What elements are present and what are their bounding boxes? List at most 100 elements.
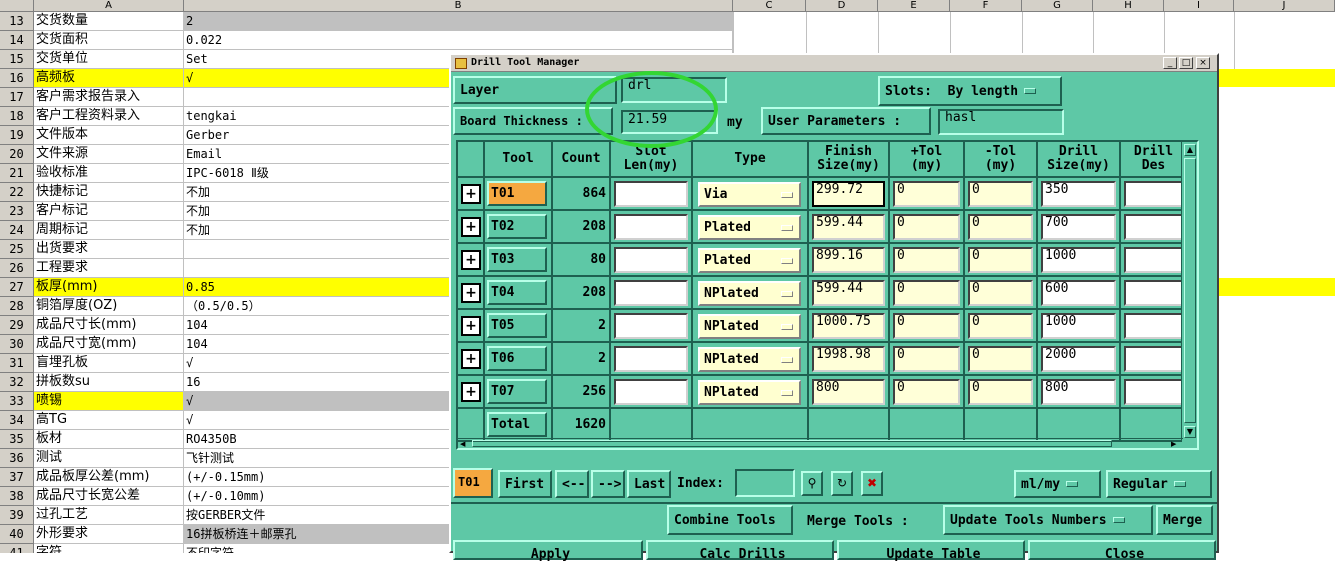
- row-header[interactable]: 21: [0, 164, 34, 183]
- plus-tol-input[interactable]: 0: [893, 313, 960, 339]
- prev-button[interactable]: <--: [555, 470, 589, 498]
- row-header[interactable]: 39: [0, 506, 34, 525]
- cell-a[interactable]: 拼板数su: [34, 373, 184, 392]
- cell-a[interactable]: 过孔工艺: [34, 506, 184, 525]
- minus-tol-input[interactable]: 0: [968, 346, 1033, 372]
- cell-a[interactable]: 出货要求: [34, 240, 184, 259]
- row-header[interactable]: 22: [0, 183, 34, 202]
- cell-a[interactable]: 交货面积: [34, 31, 184, 50]
- cell-a[interactable]: 高频板: [34, 69, 184, 88]
- drill-size-input[interactable]: 1000: [1041, 313, 1116, 339]
- cell-a[interactable]: 成品板厚公差(mm): [34, 468, 184, 487]
- expand-icon[interactable]: +: [461, 316, 481, 336]
- row-header[interactable]: 24: [0, 221, 34, 240]
- row-header[interactable]: 23: [0, 202, 34, 221]
- next-button[interactable]: -->: [591, 470, 625, 498]
- type-selector[interactable]: Via: [698, 182, 801, 207]
- cell-a[interactable]: 客户标记: [34, 202, 184, 221]
- scroll-left-icon[interactable]: ◀: [460, 440, 470, 448]
- row-header[interactable]: 26: [0, 259, 34, 278]
- update-table-button[interactable]: Update Table: [837, 540, 1025, 562]
- cell-a[interactable]: 成品尺寸宽(mm): [34, 335, 184, 354]
- finish-size-input[interactable]: 599.44: [812, 214, 885, 240]
- plus-tol-input[interactable]: 0: [893, 379, 960, 405]
- calc-drills-button[interactable]: Calc Drills: [646, 540, 834, 562]
- minus-tol-input[interactable]: 0: [968, 280, 1033, 306]
- row-header[interactable]: 33: [0, 392, 34, 411]
- slot-len-input[interactable]: [614, 313, 688, 339]
- cell-a[interactable]: 客户工程资料录入: [34, 107, 184, 126]
- row-header[interactable]: 41: [0, 544, 34, 553]
- minus-tol-input[interactable]: 0: [968, 247, 1033, 273]
- close-window-button[interactable]: ×: [1196, 57, 1210, 69]
- cell-a[interactable]: 文件版本: [34, 126, 184, 145]
- column-header[interactable]: B: [184, 0, 733, 12]
- row-header[interactable]: 28: [0, 297, 34, 316]
- drill-des-input[interactable]: [1124, 280, 1183, 306]
- column-header[interactable]: A: [34, 0, 184, 12]
- slots-selector[interactable]: Slots: By length: [878, 76, 1062, 106]
- row-header[interactable]: 15: [0, 50, 34, 69]
- drill-des-input[interactable]: [1124, 346, 1183, 372]
- tool-button[interactable]: T07: [487, 379, 547, 404]
- row-header[interactable]: 14: [0, 31, 34, 50]
- finish-size-input[interactable]: 299.72: [812, 181, 885, 207]
- finish-size-input[interactable]: 1998.98: [812, 346, 885, 372]
- tool-button[interactable]: T06: [487, 346, 547, 371]
- drill-size-input[interactable]: 600: [1041, 280, 1116, 306]
- expand-icon[interactable]: +: [461, 283, 481, 303]
- cell-b[interactable]: 0.022: [184, 31, 733, 50]
- combine-tools-button[interactable]: Combine Tools: [667, 505, 793, 535]
- minimize-button[interactable]: _: [1163, 57, 1177, 69]
- row-header[interactable]: 16: [0, 69, 34, 88]
- vertical-scrollbar[interactable]: ▲ ▼: [1181, 142, 1197, 442]
- type-selector[interactable]: Plated: [698, 248, 801, 273]
- tool-button[interactable]: T02: [487, 214, 547, 239]
- cell-a[interactable]: 工程要求: [34, 259, 184, 278]
- row-header[interactable]: 31: [0, 354, 34, 373]
- cell-a[interactable]: 交货单位: [34, 50, 184, 69]
- column-header[interactable]: F: [950, 0, 1022, 12]
- merge-option-selector[interactable]: Update Tools Numbers: [943, 505, 1153, 535]
- scroll-thumb[interactable]: [1184, 158, 1196, 423]
- cell-a[interactable]: 成品尺寸长(mm): [34, 316, 184, 335]
- index-input[interactable]: [735, 469, 795, 497]
- column-header[interactable]: I: [1164, 0, 1234, 12]
- cell-a[interactable]: 成品尺寸长宽公差: [34, 487, 184, 506]
- cell-a[interactable]: 周期标记: [34, 221, 184, 240]
- expand-icon[interactable]: +: [461, 382, 481, 402]
- type-selector[interactable]: NPlated: [698, 281, 801, 306]
- row-header[interactable]: 29: [0, 316, 34, 335]
- cell-a[interactable]: 高TG: [34, 411, 184, 430]
- user-parameters-field[interactable]: hasl: [938, 109, 1064, 135]
- minus-tol-input[interactable]: 0: [968, 379, 1033, 405]
- delete-icon[interactable]: ✖: [861, 471, 883, 496]
- cell-a[interactable]: 外形要求: [34, 525, 184, 544]
- column-header[interactable]: J: [1234, 0, 1335, 12]
- tool-button[interactable]: T04: [487, 280, 547, 305]
- search-icon[interactable]: ⚲: [801, 471, 823, 496]
- slot-len-input[interactable]: [614, 346, 688, 372]
- expand-icon[interactable]: +: [461, 184, 481, 204]
- drill-size-input[interactable]: 350: [1041, 181, 1116, 207]
- h-scroll-thumb[interactable]: [472, 440, 1112, 447]
- row-header[interactable]: 17: [0, 88, 34, 107]
- cell-a[interactable]: 验收标准: [34, 164, 184, 183]
- slot-len-input[interactable]: [614, 181, 688, 207]
- type-selector[interactable]: NPlated: [698, 314, 801, 339]
- minus-tol-input[interactable]: 0: [968, 313, 1033, 339]
- finish-size-input[interactable]: 899.16: [812, 247, 885, 273]
- row-header[interactable]: 36: [0, 449, 34, 468]
- expand-icon[interactable]: +: [461, 250, 481, 270]
- cell-a[interactable]: 盲埋孔板: [34, 354, 184, 373]
- drill-des-input[interactable]: [1124, 247, 1183, 273]
- type-selector[interactable]: Plated: [698, 215, 801, 240]
- tool-button[interactable]: T03: [487, 247, 547, 272]
- cell-a[interactable]: 铜箔厚度(OZ): [34, 297, 184, 316]
- scroll-up-icon[interactable]: ▲: [1184, 144, 1196, 156]
- row-header[interactable]: 38: [0, 487, 34, 506]
- cell-a[interactable]: 交货数量: [34, 12, 184, 31]
- drill-size-input[interactable]: 2000: [1041, 346, 1116, 372]
- scroll-down-icon[interactable]: ▼: [1184, 426, 1196, 438]
- column-header[interactable]: D: [806, 0, 878, 12]
